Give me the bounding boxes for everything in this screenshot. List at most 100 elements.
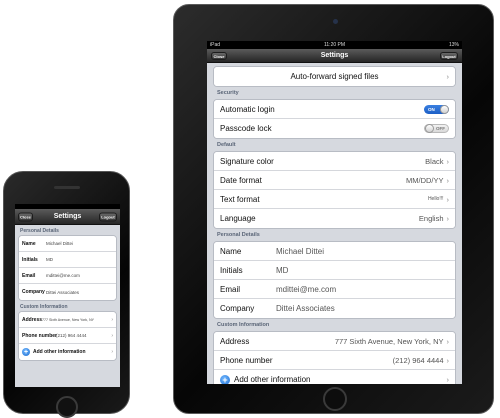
ipad-row-language[interactable]: Language English › (214, 209, 455, 228)
row-value: Hello!!! (427, 196, 444, 202)
iphone-section-header-personal: Personal Details (20, 228, 59, 234)
ipad-row-automatic-login: Automatic login ON (214, 100, 455, 119)
row-label: Address (220, 336, 250, 346)
row-label: Phone number (22, 332, 58, 339)
row-label: Initials (22, 256, 38, 263)
ipad-row-date-format[interactable]: Date format MM/DD/YY › (214, 171, 455, 190)
ipad-row-add-other[interactable]: + Add other information › (214, 370, 455, 384)
chevron-right-icon: › (446, 175, 450, 185)
row-value: MM/DD/YY (406, 175, 444, 185)
toggle-knob (440, 104, 449, 114)
chevron-right-icon: › (446, 375, 450, 384)
chevron-right-icon: › (111, 349, 113, 355)
chevron-right-icon: › (446, 156, 450, 166)
ipad-row-address[interactable]: Address 777 Sixth Avenue, New York, NY › (214, 332, 455, 351)
ipad-logout-button[interactable]: Logout (440, 51, 458, 60)
toggle-knob (425, 124, 434, 133)
statusbar-battery: 13% (448, 42, 459, 48)
chevron-right-icon: › (446, 72, 450, 81)
ipad-group-security: Automatic login ON Passcode lock OFF (213, 99, 456, 139)
iphone-screen: Close Settings Logout Personal Details N… (15, 204, 120, 387)
ipad-statusbar: iPad 11:20 PM 13% (207, 41, 462, 49)
ipad-device: iPad 11:20 PM 13% Close Settings Logout … (173, 4, 494, 414)
chevron-right-icon: › (111, 332, 113, 339)
ipad-row-email[interactable]: Email mdittei@me.com (214, 280, 455, 299)
toggle-state: OFF (436, 126, 445, 131)
ipad-page-title: Settings (320, 52, 349, 59)
row-label: Address (22, 316, 43, 323)
automatic-login-toggle[interactable]: ON (424, 104, 449, 114)
ipad-home-button[interactable] (323, 387, 347, 411)
row-label: Name (220, 246, 242, 256)
ipad-section-header-personal: Personal Details (217, 232, 260, 238)
row-value: 777 Sixth Avenue, New York, NY (42, 317, 95, 322)
row-label: Company (220, 304, 255, 313)
row-value: Dittei Associates (46, 289, 80, 295)
iphone-row-address[interactable]: Address 777 Sixth Avenue, New York, NY › (19, 312, 116, 328)
ipad-section-header-custom: Custom Information (217, 322, 270, 328)
ipad-group-custom: Address 777 Sixth Avenue, New York, NY › … (213, 331, 456, 384)
iphone-row-add-other[interactable]: + Add other information › (19, 344, 116, 360)
plus-icon: + (220, 374, 230, 384)
chevron-right-icon: › (111, 316, 113, 323)
row-value: MD (46, 257, 53, 262)
ipad-row-name[interactable]: Name Michael Dittei (214, 242, 455, 261)
row-label: Passcode lock (220, 124, 272, 133)
row-label: Email (220, 284, 241, 294)
row-value: mdittei@me.com (46, 273, 80, 278)
row-value: Dittei Associates (276, 304, 335, 313)
ipad-section-header-default: Default (217, 142, 236, 148)
row-label: Add other information (33, 349, 86, 355)
chevron-right-icon: › (446, 214, 450, 223)
ipad-group-forward: Auto-forward signed files › (213, 66, 456, 87)
ipad-group-default: Signature color Black › Date format MM/DD… (213, 151, 456, 229)
ipad-row-text-format[interactable]: Text format Hello!!! › (214, 190, 455, 209)
ipad-row-initials[interactable]: Initials MD (214, 261, 455, 280)
iphone-settings-content: Personal Details Name Michael Dittei Ini… (15, 225, 120, 387)
iphone-row-email[interactable]: Email mdittei@me.com (19, 268, 116, 284)
iphone-home-button[interactable] (56, 396, 78, 418)
row-value: MD (276, 265, 289, 275)
chevron-right-icon: › (446, 336, 450, 346)
row-label: Text format (220, 194, 260, 204)
ipad-row-signature-color[interactable]: Signature color Black › (214, 152, 455, 171)
ipad-group-personal: Name Michael Dittei Initials MD Email md… (213, 241, 456, 319)
ipad-row-company[interactable]: Company Dittei Associates (214, 299, 455, 318)
row-value: (212) 964 4444 (392, 355, 444, 365)
row-value: Michael Dittei (46, 241, 74, 246)
row-value: Black (425, 156, 444, 166)
ipad-row-phone[interactable]: Phone number (212) 964 4444 › (214, 351, 455, 370)
ipad-row-passcode-lock: Passcode lock OFF (214, 119, 455, 138)
iphone-speaker (54, 186, 80, 189)
ipad-section-header-security: Security (217, 90, 239, 96)
row-value: mdittei@me.com (276, 284, 337, 294)
ipad-row-auto-forward[interactable]: Auto-forward signed files › (214, 67, 455, 86)
iphone-row-company[interactable]: Company Dittei Associates (19, 284, 116, 300)
iphone-row-initials[interactable]: Initials MD (19, 252, 116, 268)
row-label: Email (22, 272, 36, 279)
row-label: Company (22, 289, 45, 295)
statusbar-time: 11:20 PM (323, 42, 346, 48)
row-label: Automatic login (220, 104, 275, 114)
ipad-camera (333, 19, 338, 24)
row-label: Name (22, 240, 36, 247)
ipad-screen: iPad 11:20 PM 13% Close Settings Logout … (207, 41, 462, 384)
row-label: Add other information (234, 375, 311, 384)
row-value: English (418, 214, 444, 223)
row-label: Phone number (220, 355, 273, 365)
iphone-group-custom: Address 777 Sixth Avenue, New York, NY ›… (18, 311, 117, 361)
iphone-row-name[interactable]: Name Michael Dittei (19, 236, 116, 252)
ipad-navbar: Close Settings Logout (207, 49, 462, 63)
chevron-right-icon: › (446, 355, 450, 365)
iphone-logout-button[interactable]: Logout (99, 212, 117, 221)
row-label: Language (220, 214, 256, 223)
iphone-device: Close Settings Logout Personal Details N… (3, 171, 130, 418)
row-label: Initials (220, 265, 243, 275)
iphone-section-header-custom: Custom Information (20, 304, 68, 310)
toggle-state: ON (428, 106, 435, 112)
row-label: Auto-forward signed files (290, 72, 379, 81)
passcode-lock-toggle[interactable]: OFF (424, 124, 449, 133)
row-value: 777 Sixth Avenue, New York, NY (334, 336, 444, 346)
chevron-right-icon: › (446, 194, 450, 204)
iphone-row-phone[interactable]: Phone number (212) 964 4444 › (19, 328, 116, 344)
